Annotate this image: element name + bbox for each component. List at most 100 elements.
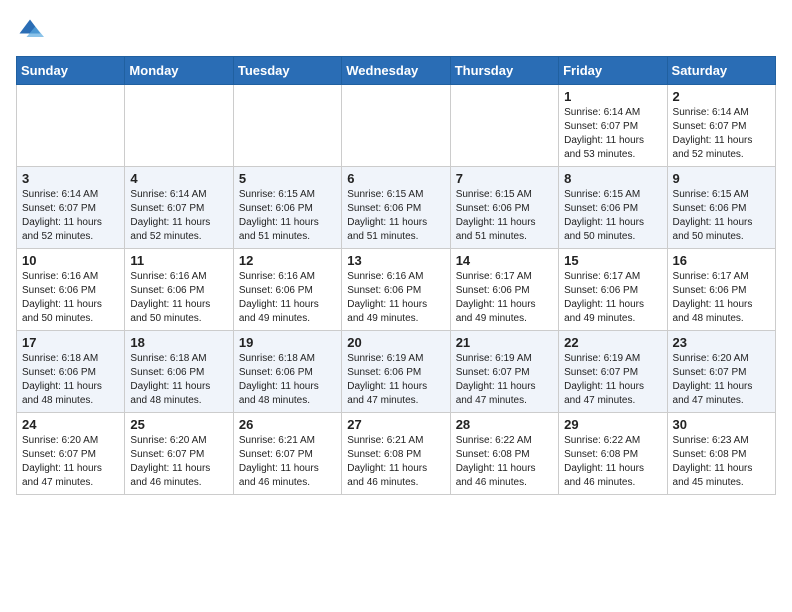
- calendar-week-row: 17 Sunrise: 6:18 AMSunset: 6:06 PMDayligh…: [17, 331, 776, 413]
- day-info: Sunrise: 6:15 AMSunset: 6:06 PMDaylight:…: [347, 188, 444, 244]
- calendar-day-cell: 30 Sunrise: 6:23 AMSunset: 6:08 PMDayligh…: [667, 413, 775, 495]
- weekday-header-friday: Friday: [559, 57, 667, 85]
- day-info: Sunrise: 6:20 AMSunset: 6:07 PMDaylight:…: [673, 352, 770, 408]
- day-info: Sunrise: 6:15 AMSunset: 6:06 PMDaylight:…: [239, 188, 336, 244]
- calendar-day-cell: 6Sunrise: 6:15 AMSunset: 6:06 PMDaylight…: [342, 167, 450, 249]
- day-number: 15: [564, 253, 661, 268]
- empty-cell: [125, 85, 233, 167]
- day-number: 18: [130, 335, 227, 350]
- day-number: 25: [130, 417, 227, 432]
- day-info: Sunrise: 6:17 AMSunset: 6:06 PMDaylight:…: [564, 270, 661, 326]
- calendar-day-cell: 4 Sunrise: 6:14 AMSunset: 6:07 PMDaylight…: [125, 167, 233, 249]
- day-number: 1: [564, 89, 661, 104]
- calendar-day-cell: 1 Sunrise: 6:14 AMSunset: 6:07 PMDaylight…: [559, 85, 667, 167]
- day-info: Sunrise: 6:15 AMSunset: 6:06 PMDaylight:…: [564, 188, 661, 244]
- calendar-day-cell: 8 Sunrise: 6:15 AMSunset: 6:06 PMDaylight…: [559, 167, 667, 249]
- day-number: 10: [22, 253, 119, 268]
- day-number: 4: [130, 171, 227, 186]
- calendar-day-cell: 22 Sunrise: 6:19 AMSunset: 6:07 PMDayligh…: [559, 331, 667, 413]
- weekday-header-row: SundayMondayTuesdayWednesdayThursdayFrid…: [17, 57, 776, 85]
- calendar-day-cell: 5 Sunrise: 6:15 AMSunset: 6:06 PMDaylight…: [233, 167, 341, 249]
- calendar-table: SundayMondayTuesdayWednesdayThursdayFrid…: [16, 56, 776, 495]
- calendar-day-cell: 2 Sunrise: 6:14 AMSunset: 6:07 PMDaylight…: [667, 85, 775, 167]
- calendar-day-cell: 19 Sunrise: 6:18 AMSunset: 6:06 PMDayligh…: [233, 331, 341, 413]
- empty-cell: [450, 85, 558, 167]
- day-number: 14: [456, 253, 553, 268]
- weekday-header-saturday: Saturday: [667, 57, 775, 85]
- weekday-header-thursday: Thursday: [450, 57, 558, 85]
- calendar-week-row: 24Sunrise: 6:20 AMSunset: 6:07 PMDayligh…: [17, 413, 776, 495]
- calendar-day-cell: 14 Sunrise: 6:17 AMSunset: 6:06 PMDayligh…: [450, 249, 558, 331]
- day-info: Sunrise: 6:14 AMSunset: 6:07 PMDaylight:…: [130, 188, 227, 244]
- calendar-day-cell: 25 Sunrise: 6:20 AMSunset: 6:07 PMDayligh…: [125, 413, 233, 495]
- day-number: 28: [456, 417, 553, 432]
- day-info: Sunrise: 6:20 AMSunset: 6:07 PMDaylight:…: [130, 434, 227, 490]
- day-info: Sunrise: 6:18 AMSunset: 6:06 PMDaylight:…: [130, 352, 227, 408]
- day-number: 11: [130, 253, 227, 268]
- day-number: 16: [673, 253, 770, 268]
- day-number: 7: [456, 171, 553, 186]
- calendar-day-cell: 28 Sunrise: 6:22 AMSunset: 6:08 PMDayligh…: [450, 413, 558, 495]
- day-number: 19: [239, 335, 336, 350]
- day-info: Sunrise: 6:17 AMSunset: 6:06 PMDaylight:…: [456, 270, 553, 326]
- day-info: Sunrise: 6:20 AMSunset: 6:07 PMDaylight:…: [22, 434, 119, 490]
- weekday-header-tuesday: Tuesday: [233, 57, 341, 85]
- day-number: 3: [22, 171, 119, 186]
- calendar-day-cell: 27Sunrise: 6:21 AMSunset: 6:08 PMDayligh…: [342, 413, 450, 495]
- calendar-day-cell: 7 Sunrise: 6:15 AMSunset: 6:06 PMDaylight…: [450, 167, 558, 249]
- day-info: Sunrise: 6:15 AMSunset: 6:06 PMDaylight:…: [673, 188, 770, 244]
- day-info: Sunrise: 6:18 AMSunset: 6:06 PMDaylight:…: [239, 352, 336, 408]
- calendar-day-cell: 18 Sunrise: 6:18 AMSunset: 6:06 PMDayligh…: [125, 331, 233, 413]
- calendar-day-cell: 24Sunrise: 6:20 AMSunset: 6:07 PMDayligh…: [17, 413, 125, 495]
- day-info: Sunrise: 6:23 AMSunset: 6:08 PMDaylight:…: [673, 434, 770, 490]
- calendar-day-cell: 21 Sunrise: 6:19 AMSunset: 6:07 PMDayligh…: [450, 331, 558, 413]
- day-info: Sunrise: 6:16 AMSunset: 6:06 PMDaylight:…: [347, 270, 444, 326]
- calendar-day-cell: 13Sunrise: 6:16 AMSunset: 6:06 PMDayligh…: [342, 249, 450, 331]
- logo: [16, 16, 48, 44]
- day-info: Sunrise: 6:18 AMSunset: 6:06 PMDaylight:…: [22, 352, 119, 408]
- calendar-day-cell: 9 Sunrise: 6:15 AMSunset: 6:06 PMDaylight…: [667, 167, 775, 249]
- day-number: 5: [239, 171, 336, 186]
- calendar-day-cell: 20Sunrise: 6:19 AMSunset: 6:06 PMDayligh…: [342, 331, 450, 413]
- day-info: Sunrise: 6:22 AMSunset: 6:08 PMDaylight:…: [456, 434, 553, 490]
- calendar-week-row: 3 Sunrise: 6:14 AMSunset: 6:07 PMDaylight…: [17, 167, 776, 249]
- day-info: Sunrise: 6:16 AMSunset: 6:06 PMDaylight:…: [130, 270, 227, 326]
- day-number: 23: [673, 335, 770, 350]
- day-info: Sunrise: 6:15 AMSunset: 6:06 PMDaylight:…: [456, 188, 553, 244]
- day-info: Sunrise: 6:14 AMSunset: 6:07 PMDaylight:…: [564, 106, 661, 162]
- logo-icon: [16, 16, 44, 44]
- page-header: [16, 16, 776, 44]
- weekday-header-monday: Monday: [125, 57, 233, 85]
- calendar-week-row: 1 Sunrise: 6:14 AMSunset: 6:07 PMDaylight…: [17, 85, 776, 167]
- day-number: 29: [564, 417, 661, 432]
- day-number: 26: [239, 417, 336, 432]
- weekday-header-wednesday: Wednesday: [342, 57, 450, 85]
- day-number: 9: [673, 171, 770, 186]
- day-number: 22: [564, 335, 661, 350]
- calendar-day-cell: 10Sunrise: 6:16 AMSunset: 6:06 PMDayligh…: [17, 249, 125, 331]
- day-info: Sunrise: 6:14 AMSunset: 6:07 PMDaylight:…: [22, 188, 119, 244]
- day-number: 17: [22, 335, 119, 350]
- day-info: Sunrise: 6:21 AMSunset: 6:08 PMDaylight:…: [347, 434, 444, 490]
- day-number: 8: [564, 171, 661, 186]
- weekday-header-sunday: Sunday: [17, 57, 125, 85]
- day-number: 12: [239, 253, 336, 268]
- calendar-day-cell: 23 Sunrise: 6:20 AMSunset: 6:07 PMDayligh…: [667, 331, 775, 413]
- day-info: Sunrise: 6:14 AMSunset: 6:07 PMDaylight:…: [673, 106, 770, 162]
- calendar-day-cell: 26 Sunrise: 6:21 AMSunset: 6:07 PMDayligh…: [233, 413, 341, 495]
- calendar-day-cell: 17 Sunrise: 6:18 AMSunset: 6:06 PMDayligh…: [17, 331, 125, 413]
- day-number: 2: [673, 89, 770, 104]
- day-info: Sunrise: 6:22 AMSunset: 6:08 PMDaylight:…: [564, 434, 661, 490]
- day-info: Sunrise: 6:17 AMSunset: 6:06 PMDaylight:…: [673, 270, 770, 326]
- day-info: Sunrise: 6:21 AMSunset: 6:07 PMDaylight:…: [239, 434, 336, 490]
- empty-cell: [17, 85, 125, 167]
- day-info: Sunrise: 6:16 AMSunset: 6:06 PMDaylight:…: [239, 270, 336, 326]
- day-info: Sunrise: 6:19 AMSunset: 6:06 PMDaylight:…: [347, 352, 444, 408]
- calendar-week-row: 10 Sunrise: 6:16 AMSunset: 6:06 PMDayligh…: [17, 249, 776, 331]
- calendar-day-cell: 16 Sunrise: 6:17 AMSunset: 6:06 PMDayligh…: [667, 249, 775, 331]
- calendar-day-cell: 3 Sunrise: 6:14 AMSunset: 6:07 PMDaylight…: [17, 167, 125, 249]
- day-info: Sunrise: 6:19 AMSunset: 6:07 PMDaylight:…: [564, 352, 661, 408]
- day-number: 30: [673, 417, 770, 432]
- day-number: 21: [456, 335, 553, 350]
- day-info: Sunrise: 6:19 AMSunset: 6:07 PMDaylight:…: [456, 352, 553, 408]
